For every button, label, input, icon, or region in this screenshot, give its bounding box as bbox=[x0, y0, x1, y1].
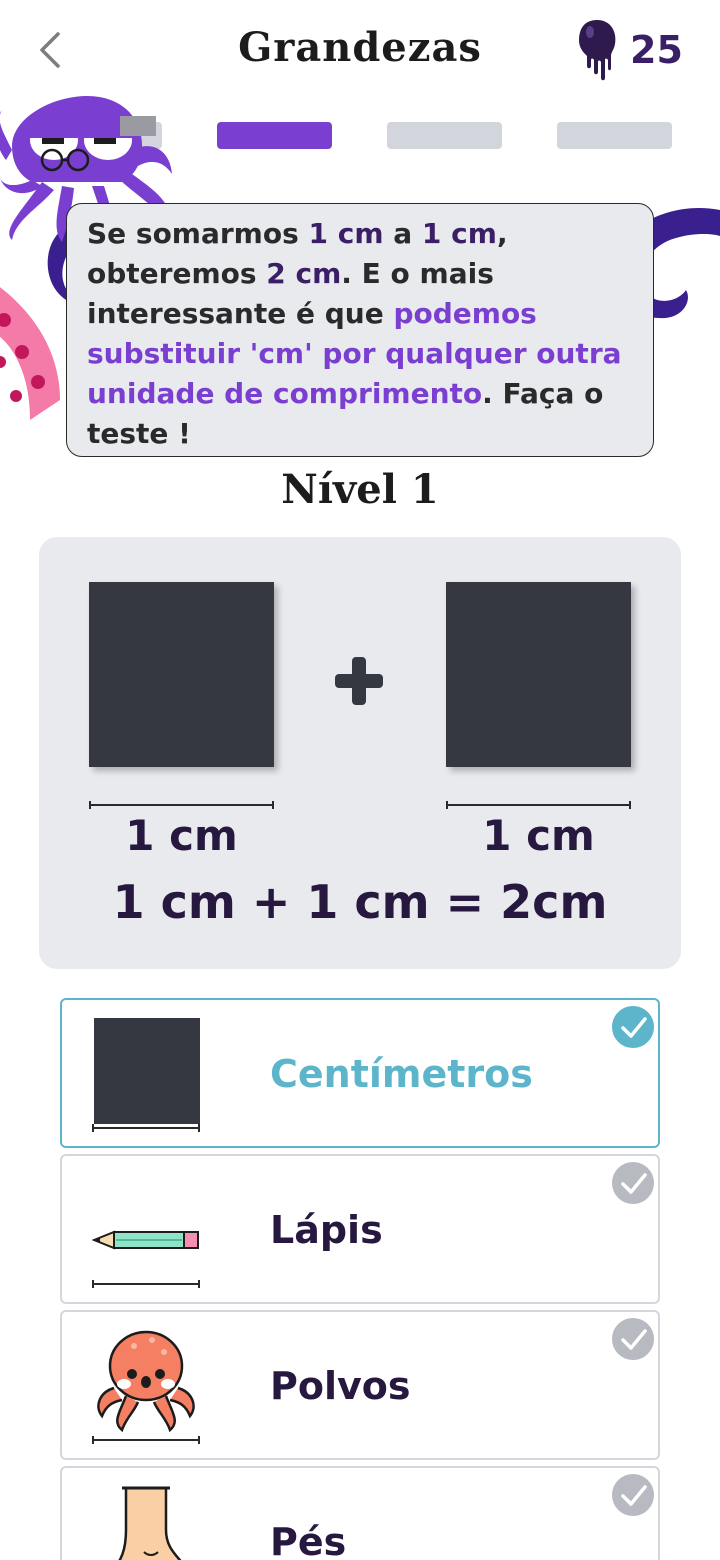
left-square bbox=[89, 582, 274, 767]
sum-equation: 1 cm + 1 cm = 2cm bbox=[112, 875, 608, 929]
check-icon bbox=[610, 1160, 656, 1206]
option-centimetros[interactable]: Centímetros bbox=[60, 998, 660, 1148]
option-label: Lápis bbox=[270, 1208, 383, 1252]
option-label: Polvos bbox=[270, 1364, 411, 1408]
octopus-icon bbox=[97, 1330, 195, 1433]
instruction-highlight: 1 cm bbox=[308, 217, 384, 250]
foot-icon bbox=[118, 1486, 182, 1560]
instruction-highlight: 2 cm bbox=[266, 257, 342, 290]
option-polvos[interactable]: Polvos bbox=[60, 1310, 660, 1460]
option-label: Pés bbox=[270, 1520, 347, 1560]
progress-step-4 bbox=[557, 122, 672, 149]
option-ruler bbox=[92, 1124, 200, 1132]
right-measure-label: 1 cm bbox=[482, 811, 595, 860]
ink-drop-icon bbox=[579, 20, 616, 81]
option-pes[interactable]: Pés bbox=[60, 1466, 660, 1560]
instruction-text-part: a bbox=[383, 217, 422, 250]
left-measure-label: 1 cm bbox=[125, 811, 238, 860]
instruction-text-part: Se somarmos bbox=[87, 217, 309, 250]
option-label: Centímetros bbox=[270, 1052, 533, 1096]
right-square bbox=[446, 582, 631, 767]
option-ruler bbox=[92, 1280, 200, 1288]
right-ruler bbox=[446, 801, 631, 809]
level-title: Nível 1 bbox=[281, 466, 439, 513]
plus-icon bbox=[335, 657, 383, 705]
check-icon bbox=[610, 1316, 656, 1362]
option-lapis[interactable]: Lápis bbox=[60, 1154, 660, 1304]
ink-count: 25 bbox=[630, 28, 683, 72]
check-icon bbox=[610, 1472, 656, 1518]
square-icon bbox=[92, 1014, 200, 1124]
instruction-highlight: 1 cm bbox=[421, 217, 497, 250]
instruction-speech-bubble: Se somarmos 1 cm a 1 cm, obteremos 2 cm.… bbox=[66, 203, 654, 457]
progress-step-2 bbox=[217, 122, 332, 149]
addition-demo-panel: 1 cm 1 cm 1 cm + 1 cm = 2cm bbox=[39, 537, 681, 969]
pencil-icon bbox=[92, 1230, 199, 1250]
check-icon bbox=[610, 1004, 656, 1050]
option-ruler bbox=[92, 1436, 200, 1444]
left-ruler bbox=[89, 801, 274, 809]
progress-step-3 bbox=[387, 122, 502, 149]
